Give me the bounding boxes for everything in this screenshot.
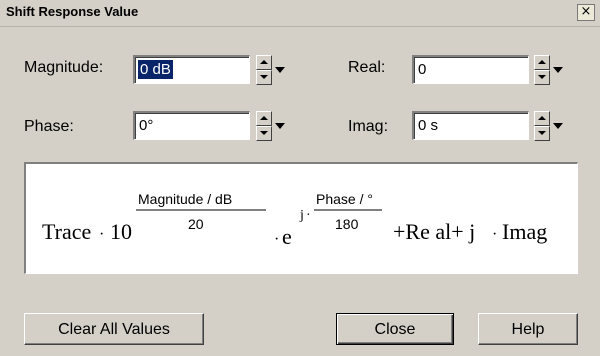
dropdown-arrow-icon[interactable] <box>550 111 564 141</box>
dropdown-arrow-icon[interactable] <box>550 55 564 85</box>
shift-response-dialog: Shift Response Value × Magnitude: 0 dB R… <box>0 0 600 356</box>
magnitude-value: 0 dB <box>138 60 173 79</box>
real-value: 0 <box>418 61 427 78</box>
phase-value: 0° <box>139 117 154 134</box>
spin-up-down-icon[interactable] <box>534 111 550 141</box>
formula-base-ten: 10 <box>110 219 132 244</box>
phase-label: Phase: <box>24 118 74 135</box>
formula-dot-2: · <box>274 231 279 248</box>
formula-dot-4: · <box>492 226 497 243</box>
formula-dot-1: · <box>99 226 104 243</box>
help-button[interactable]: Help <box>478 313 578 345</box>
dropdown-arrow-icon[interactable] <box>272 111 286 141</box>
formula-phase-denominator: 180 <box>335 216 359 232</box>
real-spinner[interactable] <box>534 55 568 85</box>
imag-label: Imag: <box>348 118 389 135</box>
spin-down-button[interactable] <box>256 70 272 85</box>
magnitude-input[interactable]: 0 dB <box>133 55 250 84</box>
clear-all-values-button[interactable]: Clear All Values <box>24 313 204 345</box>
phase-spinner[interactable] <box>256 111 290 141</box>
spin-down-button[interactable] <box>534 126 550 141</box>
close-icon[interactable]: × <box>577 4 595 21</box>
spin-up-down-icon[interactable] <box>256 111 272 141</box>
magnitude-label: Magnitude: <box>24 59 104 76</box>
imag-input[interactable]: 0 s <box>412 111 529 140</box>
formula-magnitude-denominator: 20 <box>188 216 204 232</box>
formula-e: e <box>282 224 292 249</box>
dropdown-arrow-icon[interactable] <box>272 55 286 85</box>
formula-j-exponent: j <box>299 208 304 223</box>
window-title: Shift Response Value <box>6 4 139 19</box>
spin-up-button[interactable] <box>256 111 272 126</box>
formula-dot-3: · <box>306 208 311 223</box>
real-input[interactable]: 0 <box>412 55 529 84</box>
formula-real-j: +Re al+ j <box>393 219 475 244</box>
spin-up-button[interactable] <box>534 55 550 70</box>
spin-up-button[interactable] <box>256 55 272 70</box>
title-divider <box>0 26 600 27</box>
formula-magnitude-numerator: Magnitude / dB <box>138 191 232 207</box>
imag-value: 0 s <box>418 117 439 134</box>
real-label: Real: <box>348 59 386 76</box>
spin-down-button[interactable] <box>256 126 272 141</box>
magnitude-spinner[interactable] <box>256 55 290 85</box>
spin-down-button[interactable] <box>534 70 550 85</box>
imag-spinner[interactable] <box>534 111 568 141</box>
formula-trace: Trace <box>42 219 91 244</box>
phase-input[interactable]: 0° <box>133 111 250 140</box>
spin-up-button[interactable] <box>534 111 550 126</box>
formula-phase-numerator: Phase / ° <box>316 191 373 207</box>
spin-up-down-icon[interactable] <box>534 55 550 85</box>
title-bar: Shift Response Value × <box>0 0 600 26</box>
close-button[interactable]: Close <box>336 313 454 345</box>
formula-svg: Trace · 10 Magnitude / dB 20 · e j · Pha… <box>42 191 547 249</box>
formula-imag: Imag <box>502 219 547 244</box>
spin-up-down-icon[interactable] <box>256 55 272 85</box>
formula-display: Trace · 10 Magnitude / dB 20 · e j · Pha… <box>24 162 578 274</box>
